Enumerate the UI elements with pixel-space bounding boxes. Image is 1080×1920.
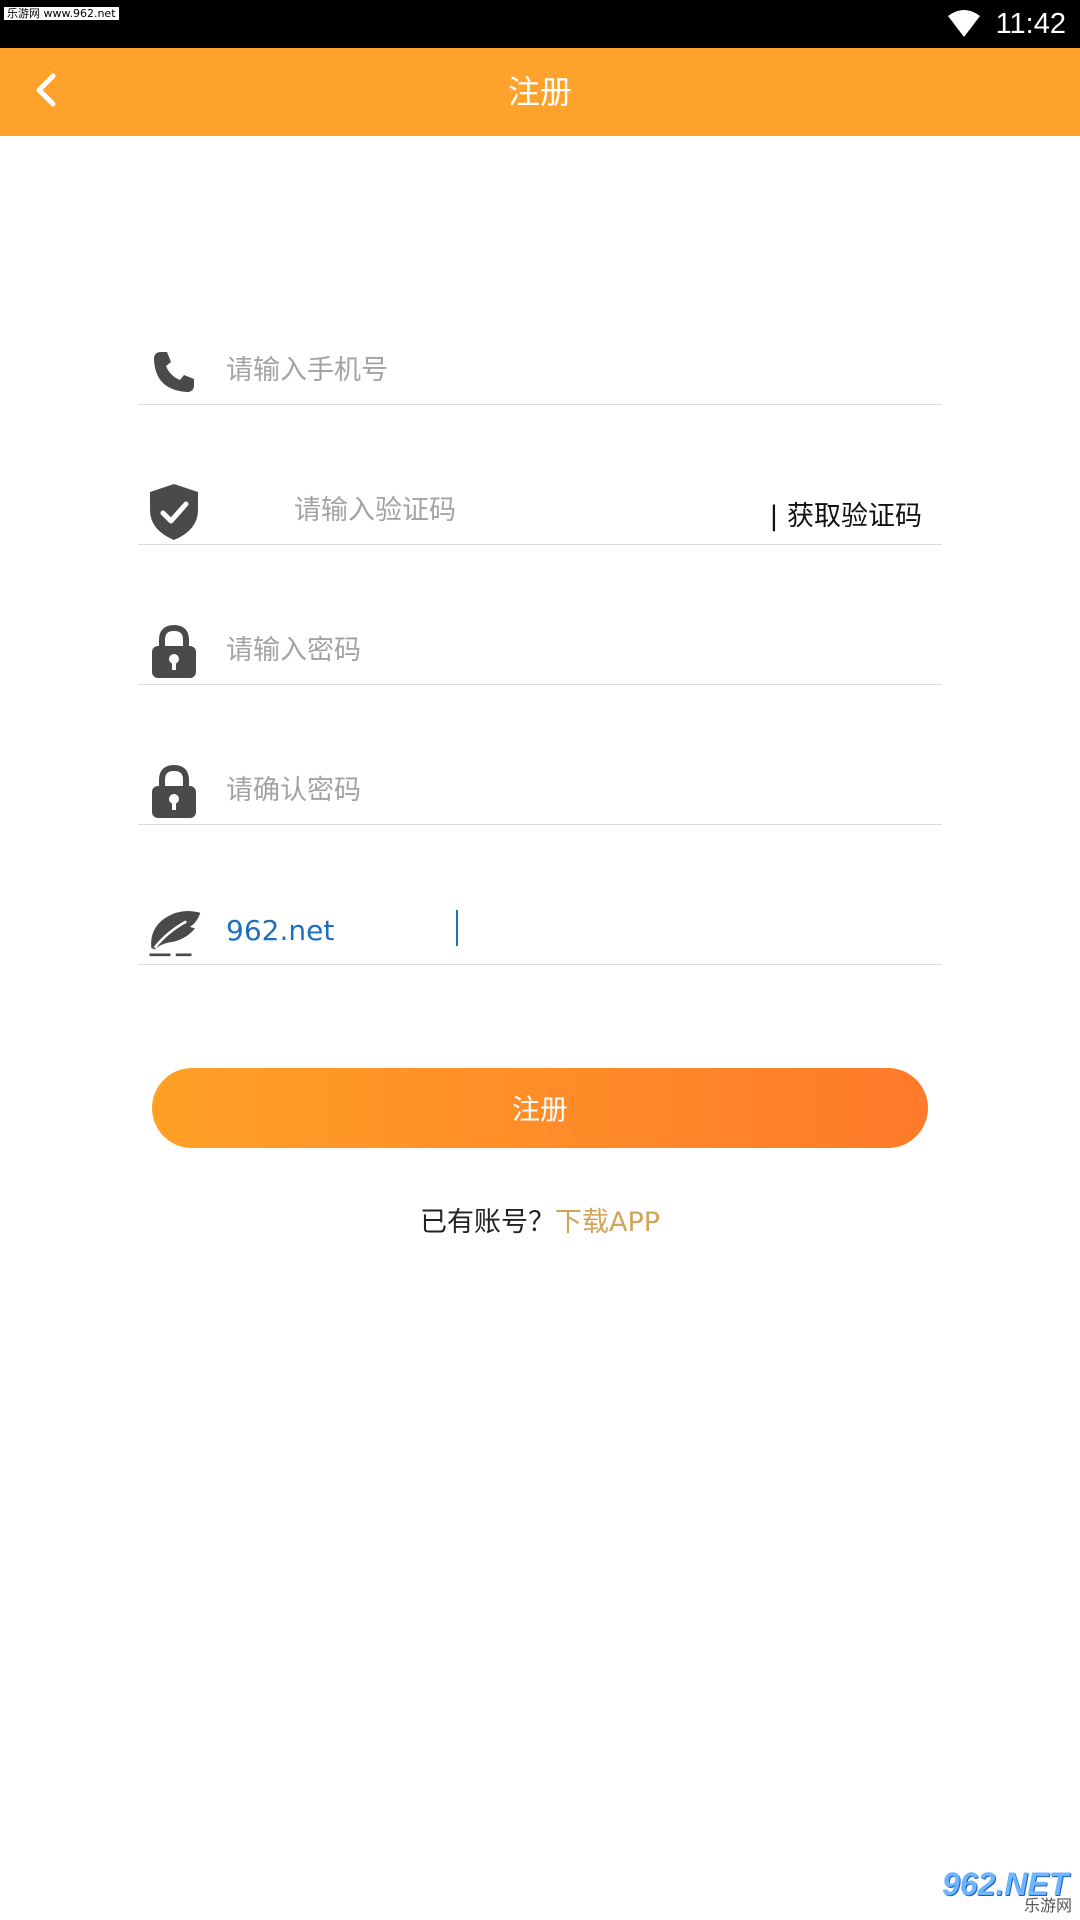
get-code-button[interactable]: | 获取验证码 bbox=[769, 494, 922, 533]
referral-input[interactable] bbox=[226, 904, 786, 956]
register-screen: 乐游网 www.962.net 11:42 注册 请输入手机号 请输入验证码 |… bbox=[0, 0, 1080, 1920]
feather-quill-icon bbox=[146, 904, 202, 960]
password-field-row bbox=[138, 620, 942, 685]
phone-icon bbox=[146, 344, 202, 400]
password-input[interactable] bbox=[226, 624, 786, 676]
status-indicators: 11:42 bbox=[947, 0, 1066, 48]
corner-watermark: 962.NET 乐游网 bbox=[942, 1866, 1072, 1916]
register-button[interactable]: 注册 bbox=[152, 1068, 928, 1148]
referral-field-row bbox=[138, 900, 942, 965]
login-prompt: 已有账号？下载APP bbox=[0, 1200, 1080, 1239]
watermark-sub: 乐游网 bbox=[1023, 1896, 1072, 1915]
download-app-link[interactable]: 下载APP bbox=[555, 1207, 660, 1238]
code-input[interactable] bbox=[294, 484, 694, 536]
app-bar: 注册 bbox=[0, 48, 1080, 136]
confirm-password-field-row bbox=[138, 760, 942, 825]
code-field-row: | 获取验证码 bbox=[138, 480, 942, 545]
status-bar: 乐游网 www.962.net 11:42 bbox=[0, 0, 1080, 48]
phone-input[interactable] bbox=[226, 344, 786, 396]
status-time: 11:42 bbox=[995, 7, 1066, 40]
lock-icon bbox=[146, 624, 202, 680]
confirm-password-input[interactable] bbox=[226, 764, 786, 816]
status-watermark: 乐游网 www.962.net bbox=[4, 7, 119, 20]
lock-icon bbox=[146, 764, 202, 820]
wifi-icon bbox=[947, 10, 980, 38]
text-caret bbox=[456, 910, 458, 946]
shield-check-icon bbox=[146, 484, 202, 540]
phone-field-row bbox=[138, 340, 942, 405]
has-account-text: 已有账号？ bbox=[419, 1207, 555, 1238]
page-title: 注册 bbox=[507, 73, 572, 111]
